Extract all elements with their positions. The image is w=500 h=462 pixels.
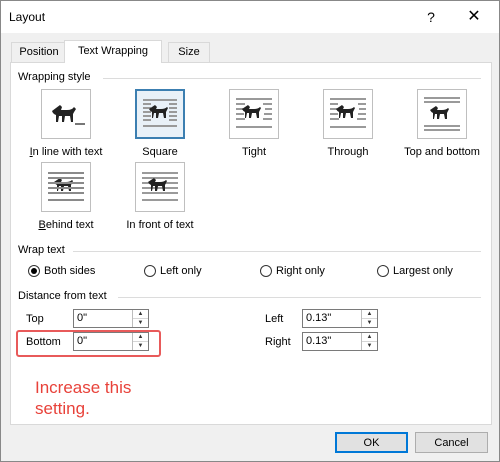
wrapping-style-label: Wrapping style — [18, 71, 91, 83]
wrap-label-behind: Behind text — [38, 219, 94, 231]
top-and-bottom-icon[interactable] — [417, 89, 467, 139]
largest-only-radio[interactable] — [377, 265, 389, 277]
in-front-of-text-icon[interactable] — [135, 162, 185, 212]
ok-button[interactable]: OK — [335, 432, 408, 453]
top-spin-arrows: ▲ ▼ — [132, 310, 148, 327]
left-spin-arrows: ▲ ▼ — [361, 310, 377, 327]
both-sides-label: Both sides — [44, 265, 96, 277]
right-label: Right — [265, 336, 291, 348]
right-spin-arrows: ▲ ▼ — [361, 333, 377, 350]
left-spinner[interactable]: 0.13" ▲ ▼ — [302, 309, 378, 328]
left-only-radio[interactable] — [144, 265, 156, 277]
wrap-label-square: Square — [142, 146, 178, 158]
wrap-label-through: Through — [327, 146, 369, 158]
title-bar: Layout ? ✕ — [1, 1, 499, 33]
divider — [73, 251, 481, 252]
wrap-label-inline: In line with text — [29, 146, 103, 158]
cancel-button[interactable]: Cancel — [415, 432, 488, 453]
tab-size[interactable]: Size — [168, 42, 210, 62]
tab-position[interactable]: Position — [11, 42, 67, 62]
help-icon[interactable]: ? — [419, 7, 443, 27]
tight-wrap-icon[interactable] — [229, 89, 279, 139]
right-value: 0.13" — [306, 335, 332, 347]
top-value: 0" — [77, 312, 88, 324]
both-sides-radio[interactable] — [28, 265, 40, 277]
wrap-label-tight: Tight — [241, 146, 267, 158]
right-spinner[interactable]: 0.13" ▲ ▼ — [302, 332, 378, 351]
spin-up-icon[interactable]: ▲ — [133, 310, 148, 319]
divider — [118, 297, 481, 298]
right-only-label: Right only — [276, 265, 325, 277]
right-only-radio[interactable] — [260, 265, 272, 277]
text-wrapping-panel: Wrapping style In line with text Square … — [10, 62, 492, 425]
behind-text-icon[interactable] — [41, 162, 91, 212]
bottom-highlight-box — [16, 330, 161, 357]
annotation-text: Increase this setting. — [35, 378, 132, 418]
largest-only-label: Largest only — [393, 265, 453, 277]
spin-up-icon[interactable]: ▲ — [362, 310, 377, 319]
divider — [103, 78, 481, 79]
layout-dialog: Layout ? ✕ Position Text Wrapping Size W… — [0, 0, 500, 462]
left-value: 0.13" — [306, 312, 332, 324]
inline-with-text-icon[interactable] — [41, 89, 91, 139]
wrap-label-top-bottom: Top and bottom — [404, 146, 480, 158]
tab-text-wrapping[interactable]: Text Wrapping — [64, 40, 162, 63]
distance-from-text-label: Distance from text — [18, 290, 107, 302]
square-wrap-icon[interactable] — [135, 89, 185, 139]
close-icon[interactable]: ✕ — [459, 6, 489, 28]
top-spinner[interactable]: 0" ▲ ▼ — [73, 309, 149, 328]
dialog-title: Layout — [9, 10, 46, 24]
top-label: Top — [26, 313, 44, 325]
wrap-label-front: In front of text — [126, 219, 194, 231]
left-only-label: Left only — [160, 265, 202, 277]
wrap-text-label: Wrap text — [18, 244, 65, 256]
left-label: Left — [265, 313, 284, 325]
spin-down-icon[interactable]: ▼ — [362, 319, 377, 327]
spin-up-icon[interactable]: ▲ — [362, 333, 377, 342]
spin-down-icon[interactable]: ▼ — [362, 342, 377, 350]
spin-down-icon[interactable]: ▼ — [133, 319, 148, 327]
through-wrap-icon[interactable] — [323, 89, 373, 139]
